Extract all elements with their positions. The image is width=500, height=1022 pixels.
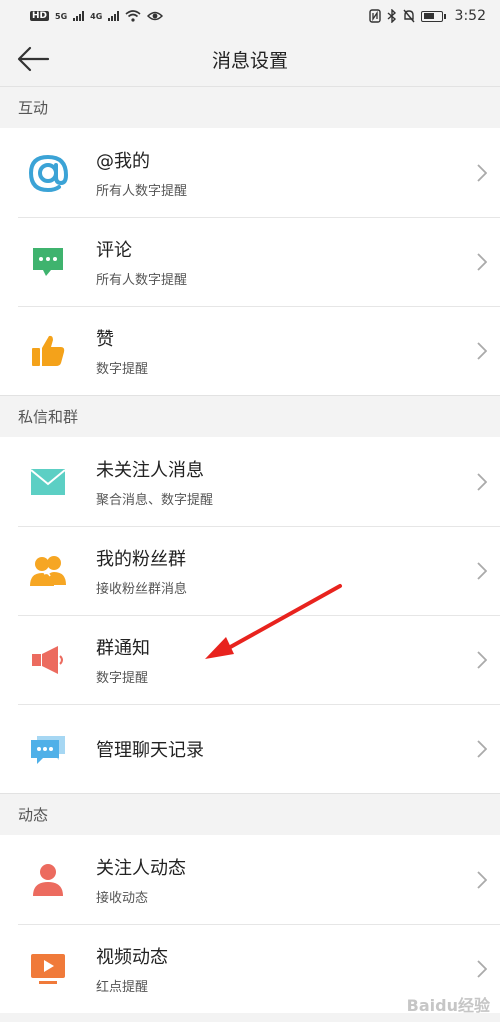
megaphone-icon <box>0 615 96 704</box>
battery-icon <box>420 10 446 22</box>
signal-icon-2 <box>108 11 120 21</box>
eye-icon <box>147 11 164 21</box>
bluetooth-icon <box>387 9 396 23</box>
chevron-right-icon <box>464 561 500 580</box>
row-subtitle: 接收粉丝群消息 <box>96 581 188 597</box>
row-title: 评论 <box>96 239 132 261</box>
mail-icon <box>0 437 96 526</box>
row-subtitle: 所有人数字提醒 <box>96 183 188 199</box>
chevron-right-icon <box>464 870 500 889</box>
row-my-fan-group[interactable]: 我的粉丝群 接收粉丝群消息 <box>0 526 500 615</box>
chevron-right-icon <box>464 163 500 182</box>
row-unfollowed-messages[interactable]: 未关注人消息 聚合消息、数字提醒 <box>0 437 500 526</box>
at-icon <box>0 128 96 217</box>
signal-icon <box>73 11 85 21</box>
section-header-interaction: 互动 <box>0 86 500 128</box>
page-title: 消息设置 <box>211 49 288 72</box>
row-title: 未关注人消息 <box>96 459 204 481</box>
row-manage-chat-history[interactable]: 管理聊天记录 <box>0 704 500 793</box>
nav-bar: 消息设置 <box>0 32 500 86</box>
status-time: 3:52 <box>454 8 486 24</box>
row-title: 管理聊天记录 <box>96 739 204 761</box>
row-followed-activity[interactable]: 关注人动态 接收动态 <box>0 835 500 924</box>
nfc-icon <box>368 9 381 23</box>
chevron-right-icon <box>464 739 500 758</box>
thumbs-up-icon <box>0 306 96 395</box>
chat-icon <box>0 704 96 793</box>
watermark-logo: Baidu经验 <box>406 996 490 1015</box>
list-interaction: @我的 所有人数字提醒 评论 所有人数字提醒 赞 数字提醒 <box>0 128 500 395</box>
row-subtitle: 聚合消息、数字提醒 <box>96 492 214 508</box>
row-title: 赞 <box>96 328 114 350</box>
chevron-right-icon <box>464 472 500 491</box>
row-title: 视频动态 <box>96 946 168 968</box>
chevron-right-icon <box>464 959 500 978</box>
row-subtitle: 数字提醒 <box>96 361 149 377</box>
wifi-icon <box>125 10 141 22</box>
row-subtitle: 接收动态 <box>96 890 149 906</box>
status-bar: HD 5G 4G 3:52 <box>0 0 500 32</box>
settings-content: 互动 @我的 所有人数字提醒 评论 所有人数字提醒 赞 数字提醒 私信和群 未关… <box>0 86 500 1013</box>
row-group-notifications[interactable]: 群通知 数字提醒 <box>0 615 500 704</box>
chevron-right-icon <box>464 341 500 360</box>
fans-group-icon <box>0 526 96 615</box>
row-subtitle: 数字提醒 <box>96 670 149 686</box>
row-title: @我的 <box>96 150 150 172</box>
mute-icon <box>403 9 415 23</box>
back-arrow-icon[interactable] <box>16 44 50 74</box>
row-subtitle: 所有人数字提醒 <box>96 272 188 288</box>
row-title: 我的粉丝群 <box>96 548 186 570</box>
row-comments[interactable]: 评论 所有人数字提醒 <box>0 217 500 306</box>
row-at-me[interactable]: @我的 所有人数字提醒 <box>0 128 500 217</box>
row-likes[interactable]: 赞 数字提醒 <box>0 306 500 395</box>
section-header-messages-groups: 私信和群 <box>0 395 500 437</box>
chevron-right-icon <box>464 650 500 669</box>
section-header-feed: 动态 <box>0 793 500 835</box>
list-feed: 关注人动态 接收动态 视频动态 红点提醒 <box>0 835 500 1013</box>
list-messages-groups: 未关注人消息 聚合消息、数字提醒 我的粉丝群 接收粉丝群消息 群通知 数字提醒 <box>0 437 500 793</box>
row-title: 群通知 <box>96 637 150 659</box>
network-4g-label: 4G <box>90 11 103 21</box>
person-icon <box>0 835 96 924</box>
comment-icon <box>0 217 96 306</box>
hd-icon: HD <box>30 11 50 21</box>
chevron-right-icon <box>464 252 500 271</box>
video-icon <box>0 924 96 1013</box>
row-title: 关注人动态 <box>96 857 186 879</box>
network-5g-label: 5G <box>55 11 68 21</box>
